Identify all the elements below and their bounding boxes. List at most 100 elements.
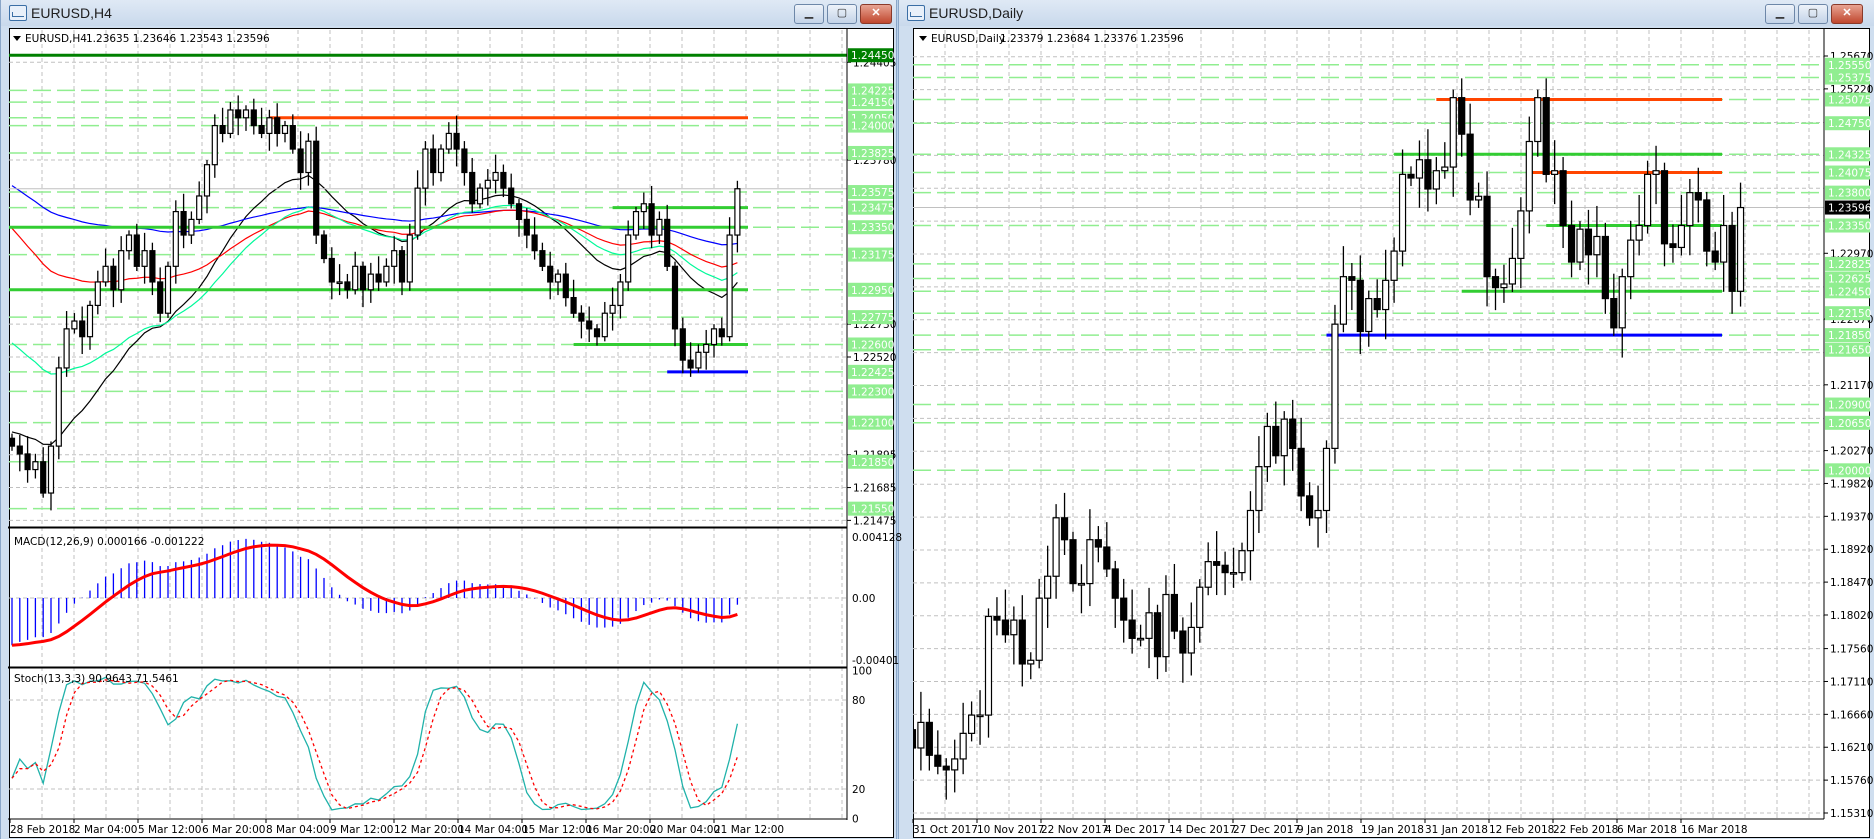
daily-bull-candle	[959, 732, 967, 760]
daily-bull-candle	[976, 714, 984, 718]
price-axis-label: 1.18020	[1830, 610, 1873, 622]
daily-bear-candle	[901, 719, 907, 730]
h4-bull-candle	[414, 187, 421, 236]
daily-bear-candle	[1001, 619, 1010, 636]
time-axis-label: 10 Nov 2017	[977, 824, 1044, 836]
h4-bear-candle	[313, 140, 320, 236]
h4-bear-candle	[500, 171, 507, 189]
daily-bull-candle	[1196, 586, 1204, 629]
h4-bear-candle	[149, 250, 156, 283]
daily-bull-candle	[1652, 170, 1660, 175]
daily-bull-candle	[1720, 224, 1728, 263]
level-label: 1.22600	[851, 339, 894, 351]
h4-bull-candle	[734, 188, 741, 236]
daily-bear-candle	[1272, 425, 1280, 457]
price-axis-label: 1.19820	[1830, 478, 1873, 490]
daily-bear-candle	[1660, 170, 1669, 245]
time-axis-label: 5 Mar 12:00	[138, 824, 201, 836]
time-axis-label: 19 Jan 2018	[1361, 824, 1424, 836]
h4-bear-candle	[531, 234, 538, 252]
macd-label: MACD(12,26,9) 0.000166 -0.001222	[14, 536, 204, 548]
daily-bear-candle	[1153, 612, 1162, 658]
daily-bull-candle	[967, 714, 976, 734]
daily-bear-candle	[1584, 228, 1593, 256]
h4-bear-candle	[687, 359, 694, 369]
level-label: 1.22300	[851, 386, 894, 398]
daily-bull-candle	[1010, 619, 1018, 636]
daily-bull-candle	[1044, 575, 1052, 599]
daily-bear-candle	[1567, 224, 1576, 263]
h4-bear-candle	[508, 187, 515, 205]
h4-bull-candle	[125, 234, 133, 252]
level-label: 1.21650	[1828, 345, 1871, 357]
charts-canvas[interactable]: 1.244051.237801.227301.225201.218951.216…	[0, 0, 1874, 839]
daily-bull-candle	[1415, 159, 1424, 179]
daily-bear-candle	[1120, 597, 1128, 621]
h4-bull-candle	[94, 281, 101, 307]
dropdown-triangle-icon[interactable]	[13, 36, 21, 41]
h4-bull-candle	[492, 171, 499, 181]
daily-bull-candle	[1390, 250, 1398, 281]
level-label: 1.22825	[1828, 259, 1871, 271]
h4-bull-candle	[188, 218, 195, 236]
h4-bear-candle	[523, 218, 530, 236]
time-axis-label: 14 Dec 2017	[1169, 824, 1236, 836]
daily-bull-candle	[1517, 210, 1525, 260]
h4-bear-candle	[344, 281, 351, 291]
time-axis-label: 8 Mar 04:00	[266, 824, 329, 836]
daily-bear-candle	[1466, 133, 1474, 201]
chart-headers: EURUSD,H4 1.23635 1.23646 1.23543 1.2359…	[13, 33, 1184, 685]
daily-bear-candle	[1601, 235, 1609, 300]
moving-average-21	[11, 174, 738, 446]
daily-bear-candle	[1356, 279, 1364, 333]
daily-bear-candle	[1424, 159, 1432, 190]
time-axis-label: 31 Jan 2018	[1425, 824, 1488, 836]
h4-bull-candle	[422, 148, 429, 189]
price-axis-label: 1.21685	[853, 483, 896, 495]
daily-bull-candle	[1162, 593, 1170, 658]
h4-bear-candle	[297, 148, 304, 174]
h4-bear-candle	[562, 273, 569, 299]
h4-bear-candle	[461, 148, 468, 174]
daily-bear-candle	[1305, 495, 1314, 519]
dropdown-triangle-icon[interactable]	[919, 36, 927, 41]
level-label: 1.23800	[1828, 188, 1871, 200]
h4-bear-candle	[398, 250, 406, 283]
h4-bull-candle	[406, 234, 413, 283]
daily-bull-candle	[1204, 561, 1212, 588]
time-axis-label: 6 Mar 20:00	[202, 824, 265, 836]
level-label: 1.22950	[851, 285, 894, 297]
stoch-axis-label: 80	[852, 695, 865, 707]
level-label: 1.23825	[851, 148, 894, 160]
level-label: 1.22100	[851, 418, 894, 430]
time-axis-label: 12 Mar 20:00	[394, 824, 464, 836]
h4-bear-candle	[24, 453, 31, 471]
h4-bear-candle	[578, 312, 585, 322]
stoch-axis-label: 100	[852, 665, 872, 677]
daily-bear-candle	[1559, 170, 1567, 227]
level-label: 1.22425	[851, 367, 894, 379]
h4-bull-candle	[196, 195, 203, 221]
time-axis-label: 28 Feb 2018	[10, 824, 75, 836]
daily-header-ohlc: 1.23379 1.23684 1.23376 1.23596	[1000, 33, 1184, 45]
stoch-main-line	[11, 676, 739, 811]
level-label: 1.22450	[1828, 286, 1871, 298]
time-axis-label: 4 Dec 2017	[1105, 824, 1165, 836]
time-axis-label: 16 Mar 2018	[1681, 824, 1748, 836]
level-label: 1.24075	[1828, 168, 1871, 180]
h4-bear-candle	[453, 132, 460, 150]
daily-bear-candle	[1094, 539, 1102, 548]
daily-bull-candle	[1229, 572, 1238, 575]
h4-bear-candle	[110, 265, 117, 291]
h4-bear-candle	[235, 109, 242, 119]
h4-bear-candle	[9, 437, 16, 447]
time-axis-label: 14 Mar 04:00	[458, 824, 528, 836]
h4-bear-candle	[320, 234, 328, 260]
level-label: 1.20650	[1828, 418, 1871, 430]
daily-bear-candle	[942, 765, 950, 771]
price-axis-label: 1.21170	[1830, 380, 1873, 392]
daily-bull-candle	[1263, 425, 1271, 468]
daily-bull-candle	[1052, 517, 1060, 577]
daily-bull-candle	[1035, 597, 1043, 661]
daily-bull-candle	[1525, 140, 1533, 212]
